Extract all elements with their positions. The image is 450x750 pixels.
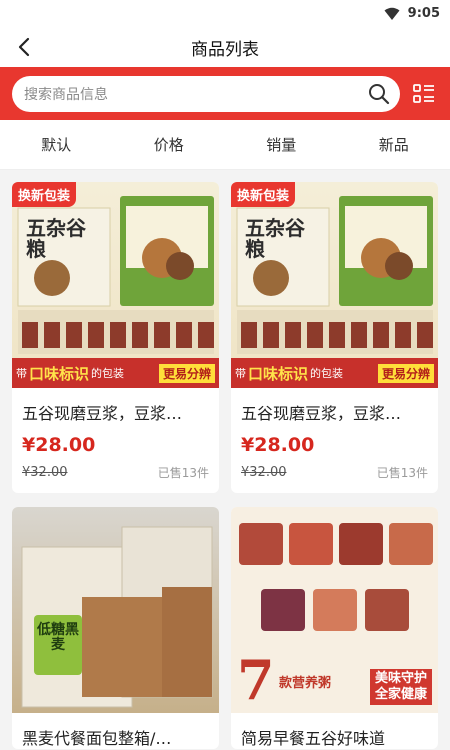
- image-caption-strip: 带 口味标识 的包装 更易分辨: [231, 358, 438, 388]
- original-price: ¥32.00: [241, 465, 287, 480]
- motto-line-1: 美味守护: [374, 670, 427, 686]
- new-package-badge: 换新包装: [12, 182, 77, 207]
- product-card[interactable]: 五杂谷粮 换新包装 带 口味标识 的包装 更易分辨 五谷现磨豆浆，豆浆… ¥28…: [231, 182, 438, 493]
- promo-slogan: 款营养粥: [279, 676, 332, 691]
- wifi-icon: [384, 7, 400, 20]
- product-image[interactable]: 五杂谷粮 换新包装 带 口味标识 的包装 更易分辨: [231, 182, 438, 388]
- product-name[interactable]: 五谷现磨豆浆，豆浆…: [12, 388, 219, 424]
- product-grid: 五杂谷粮 换新包装 带 口味标识 的包装 更易分辨 五谷现磨豆浆，豆浆… ¥28…: [12, 182, 438, 749]
- package-label: 五杂谷粮: [26, 216, 86, 261]
- title-bar: 商品列表: [0, 27, 450, 67]
- caption-tag: 更易分辨: [158, 363, 215, 383]
- sold-count: 已售13件: [157, 466, 209, 480]
- product-card[interactable]: 7 款营养粥 美味守护 全家健康 简易早餐五谷好味道: [231, 507, 438, 749]
- package-label: 五杂谷粮: [245, 216, 305, 261]
- caption-lead: 带: [235, 367, 246, 380]
- sold-count: 已售13件: [376, 466, 428, 480]
- caption-lead: 带: [16, 367, 27, 380]
- back-button[interactable]: [12, 35, 36, 59]
- search-icon[interactable]: [368, 83, 390, 105]
- promo-number: 7: [237, 648, 275, 712]
- product-image[interactable]: 低糖黑麦: [12, 507, 219, 713]
- layout-toggle-button[interactable]: [410, 80, 438, 108]
- original-price: ¥32.00: [22, 465, 68, 480]
- product-price: ¥28.00: [241, 434, 315, 456]
- package-label: 低糖黑麦: [37, 622, 79, 654]
- tab-price[interactable]: 价格: [113, 134, 226, 155]
- status-bar: 9:05: [0, 0, 450, 27]
- search-input[interactable]: 搜索商品信息: [12, 75, 400, 112]
- product-image[interactable]: 五杂谷粮 换新包装 带 口味标识 的包装 更易分辨: [12, 182, 219, 388]
- tab-default[interactable]: 默认: [0, 134, 113, 155]
- image-caption-strip: 带 口味标识 的包装 更易分辨: [12, 358, 219, 388]
- caption-highlight: 口味标识: [248, 364, 309, 383]
- product-card[interactable]: 五杂谷粮 换新包装 带 口味标识 的包装 更易分辨 五谷现磨豆浆，豆浆… ¥28…: [12, 182, 219, 493]
- bread-package-illustration: [21, 526, 213, 708]
- search-placeholder: 搜索商品信息: [24, 86, 108, 103]
- caption-after: 的包装: [91, 367, 125, 380]
- search-bar: 搜索商品信息: [0, 67, 450, 120]
- motto-line-2: 全家健康: [374, 686, 427, 702]
- new-package-badge: 换新包装: [231, 182, 296, 207]
- status-time: 9:05: [407, 6, 440, 21]
- list-layout-icon: [413, 83, 434, 103]
- page-title: 商品列表: [191, 39, 259, 60]
- caption-after: 的包装: [310, 367, 344, 380]
- chevron-left-icon: [18, 37, 30, 57]
- promo-motto: 美味守护 全家健康: [369, 668, 432, 705]
- caption-highlight: 口味标识: [29, 364, 90, 383]
- product-name[interactable]: 五谷现磨豆浆，豆浆…: [231, 388, 438, 424]
- product-name[interactable]: 简易早餐五谷好味道: [231, 713, 438, 749]
- product-card[interactable]: 低糖黑麦 黑麦代餐面包整箱/…: [12, 507, 219, 749]
- tab-sales[interactable]: 销量: [225, 134, 338, 155]
- sort-tabs: 默认 价格 销量 新品: [0, 120, 450, 170]
- product-name[interactable]: 黑麦代餐面包整箱/…: [12, 713, 219, 749]
- caption-tag: 更易分辨: [377, 363, 434, 383]
- tab-new[interactable]: 新品: [338, 134, 450, 155]
- product-price: ¥28.00: [22, 434, 96, 456]
- product-image[interactable]: 7 款营养粥 美味守护 全家健康: [231, 507, 438, 713]
